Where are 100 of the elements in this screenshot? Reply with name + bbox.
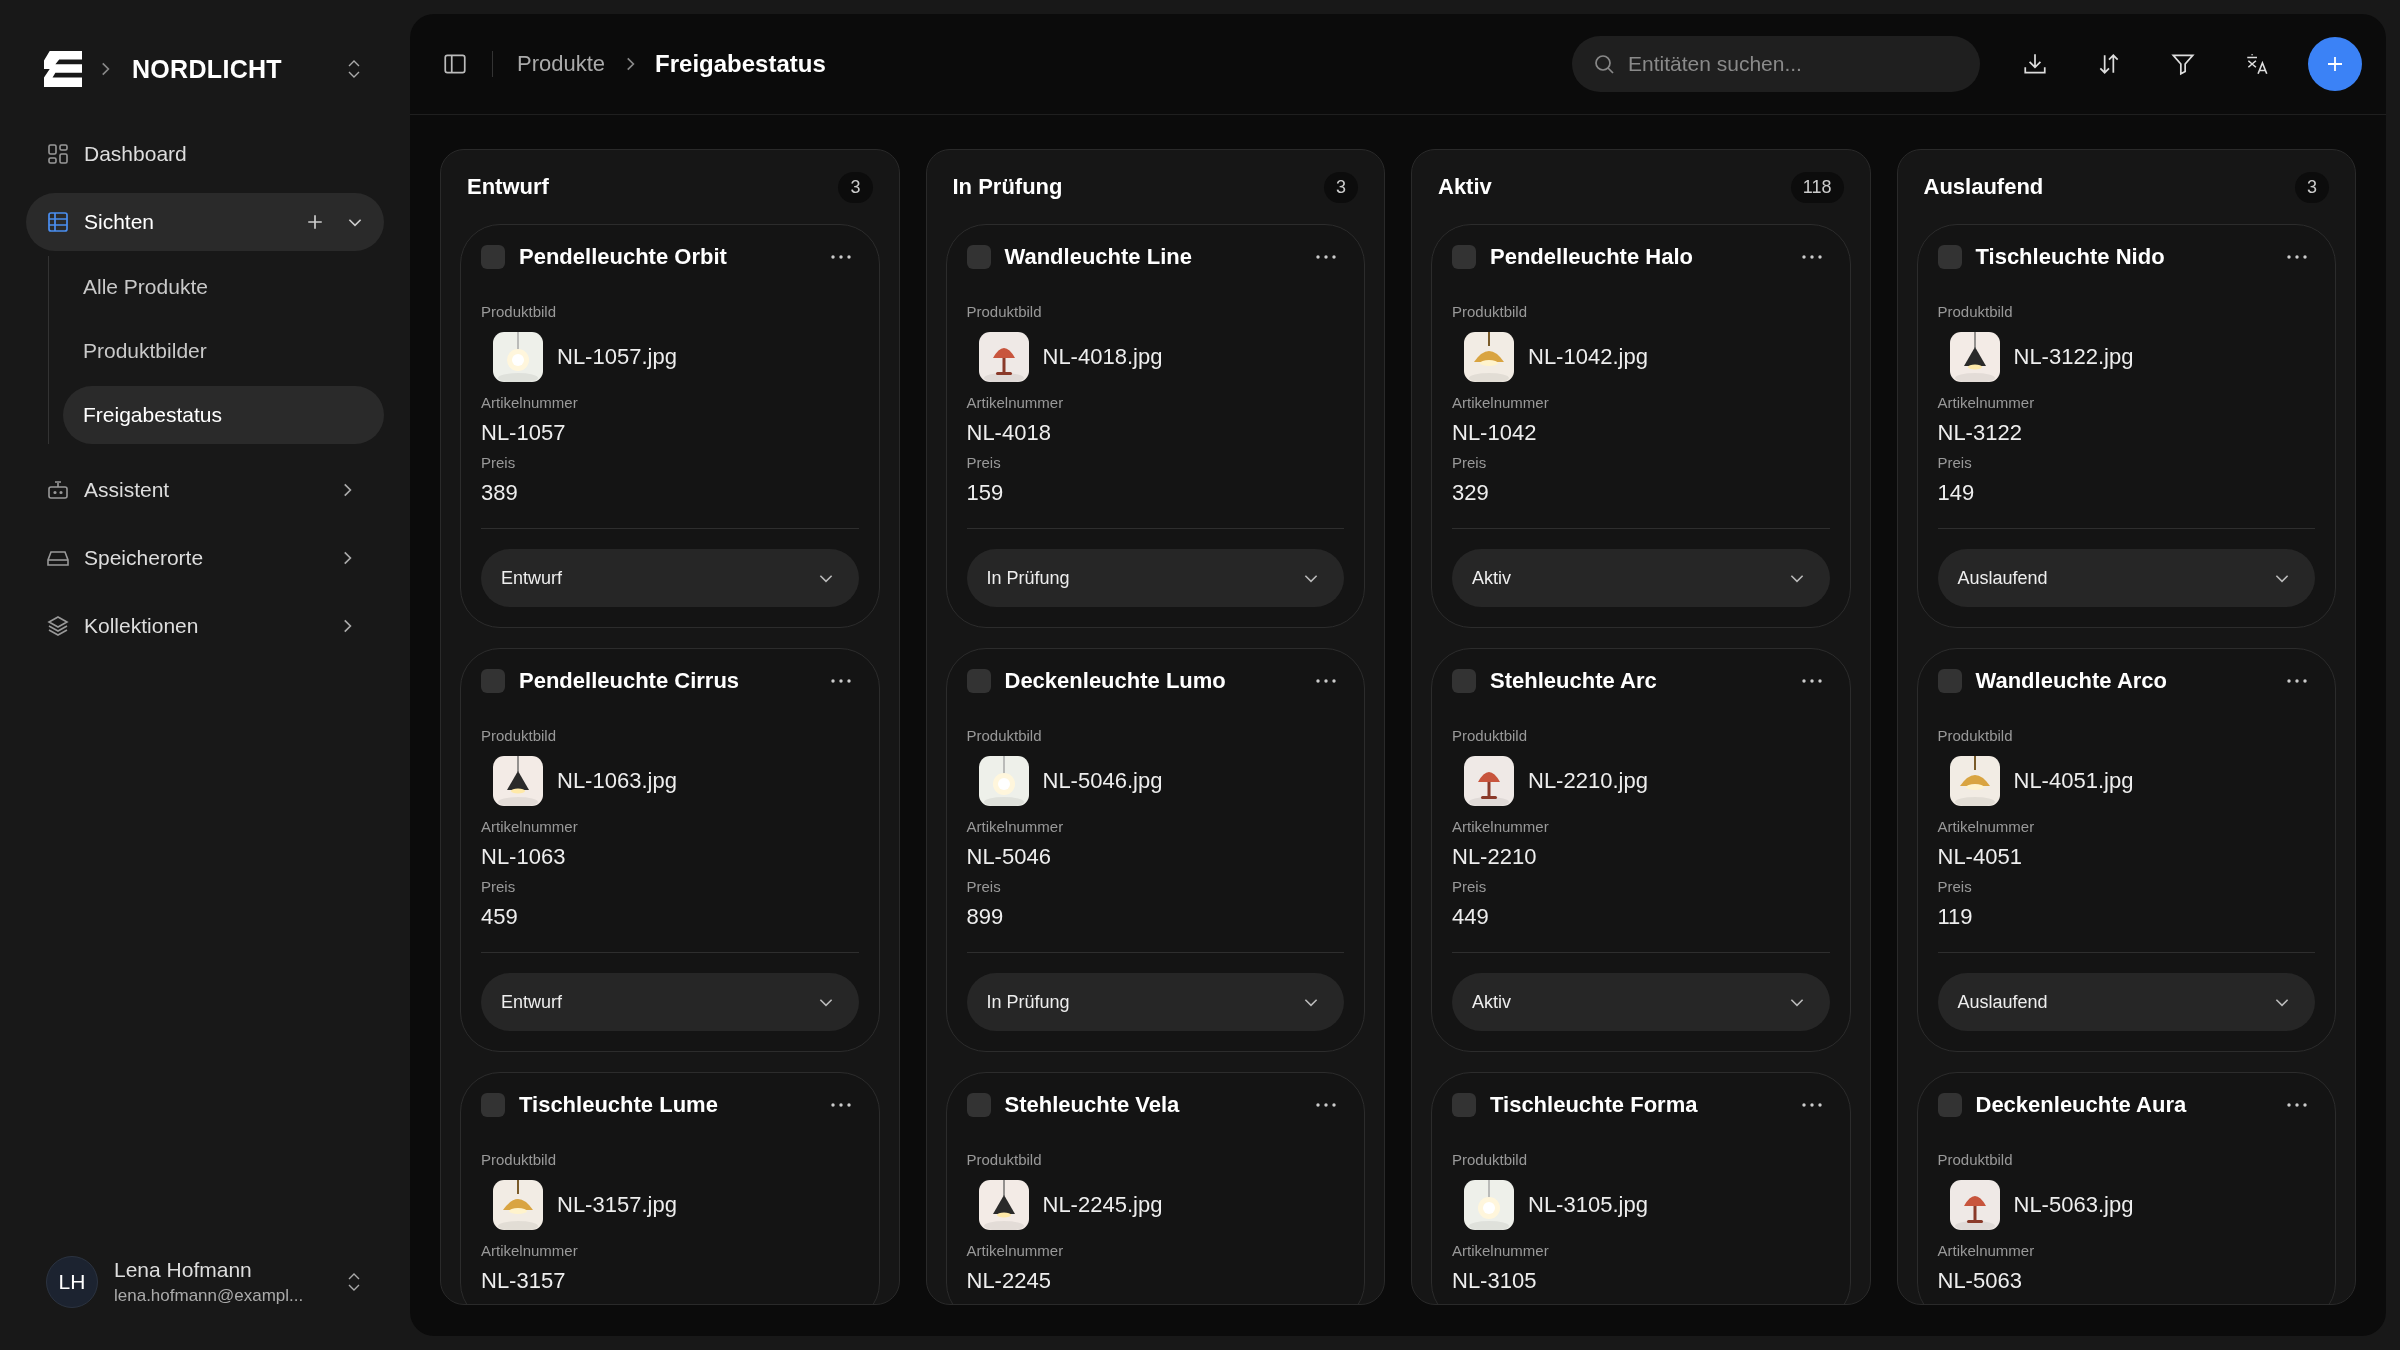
product-card[interactable]: Pendelleuchte Halo Produktbild NL-1042.jpg Artikelnummer NL-1042 Preis 329 Aktiv <box>1431 224 1851 628</box>
more-icon[interactable] <box>2287 255 2307 259</box>
card-title: Wandleuchte Line <box>1004 244 1193 270</box>
file-name[interactable]: NL-3122.jpg <box>2013 344 2134 370</box>
sku-value: NL-4018 <box>966 420 1051 446</box>
page-title: Freigabestatus <box>655 50 826 78</box>
sidebar-subitem[interactable]: Freigabestatus <box>63 386 384 444</box>
status-select[interactable]: Auslaufend <box>1937 973 2315 1031</box>
file-name[interactable]: NL-4018.jpg <box>1042 344 1163 370</box>
field-label: Artikelnummer <box>1452 1242 1549 1259</box>
price-value: 389 <box>481 480 518 506</box>
sidebar-item[interactable]: Assistent <box>26 461 384 519</box>
file-name[interactable]: NL-3105.jpg <box>1528 1192 1648 1218</box>
sidebar-item[interactable]: Dashboard <box>26 125 384 183</box>
status-select[interactable]: Auslaufend <box>1937 549 2315 607</box>
file-name[interactable]: NL-1042.jpg <box>1528 344 1648 370</box>
file-name[interactable]: NL-2210.jpg <box>1528 768 1648 794</box>
product-card[interactable]: Pendelleuchte Orbit Produktbild NL-1057.jpg Artikelnummer NL-1057 Preis 389 Entwurf <box>460 224 880 628</box>
chevron-up-down-icon <box>346 59 362 79</box>
more-icon[interactable] <box>1801 255 1822 259</box>
brand-name: NORDLICHT <box>132 54 283 84</box>
file-name[interactable]: NL-5063.jpg <box>2013 1192 2134 1218</box>
status-select[interactable]: Entwurf <box>481 549 859 607</box>
checkbox[interactable] <box>1452 1093 1476 1117</box>
checkbox[interactable] <box>481 669 505 693</box>
checkbox[interactable] <box>1452 669 1476 693</box>
file-name[interactable]: NL-5046.jpg <box>1042 768 1163 794</box>
field-label: Artikelnummer <box>1452 394 1549 411</box>
field-label: Produktbild <box>481 1151 557 1168</box>
card-title: Pendelleuchte Halo <box>1490 244 1694 270</box>
product-card[interactable]: Stehleuchte Vela Produktbild NL-2245.jpg Artikelnummer NL-2245 <box>945 1072 1365 1304</box>
price-value: 119 <box>1937 904 1973 930</box>
card-title: Stehleuchte Vela <box>1004 1092 1181 1118</box>
file-name[interactable]: NL-2245.jpg <box>1042 1192 1163 1218</box>
file-name[interactable]: NL-4051.jpg <box>2013 768 2134 794</box>
more-icon[interactable] <box>1316 1103 1336 1107</box>
product-card[interactable]: Wandleuchte Line Produktbild NL-4018.jpg Artikelnummer NL-4018 Preis 159 In Prüfung <box>945 224 1365 628</box>
file-name[interactable]: NL-3157.jpg <box>557 1192 677 1218</box>
file-name[interactable]: NL-1057.jpg <box>557 344 677 370</box>
sku-value: NL-5063 <box>1937 1268 2022 1294</box>
product-card[interactable]: Tischleuchte Lume Produktbild NL-3157.jpg Artikelnummer NL-3157 <box>460 1072 880 1304</box>
product-card[interactable]: Stehleuchte Arc Produktbild NL-2210.jpg Artikelnummer NL-2210 Preis 449 Aktiv <box>1431 648 1851 1052</box>
table-icon <box>46 210 70 234</box>
status-select[interactable]: Entwurf <box>481 973 859 1031</box>
more-icon[interactable] <box>1316 255 1336 259</box>
checkbox[interactable] <box>1937 245 1962 269</box>
sidebar-subitem[interactable]: Produktbilder <box>63 322 384 380</box>
file-name[interactable]: NL-1063.jpg <box>557 768 677 794</box>
more-icon[interactable] <box>1801 1103 1822 1107</box>
more-icon[interactable] <box>830 679 851 683</box>
checkbox[interactable] <box>481 245 505 269</box>
sidebar-item[interactable]: Speicherorte <box>26 529 384 587</box>
field-label: Produktbild <box>1452 1151 1528 1168</box>
card-title: Pendelleuchte Cirrus <box>519 668 741 694</box>
checkbox[interactable] <box>1937 669 1962 693</box>
field-label: Preis <box>481 454 516 471</box>
card-title: Wandleuchte Arco <box>1975 668 2168 694</box>
checkbox[interactable] <box>1937 1093 1962 1117</box>
field-label: Produktbild <box>1452 727 1528 744</box>
card-title: Tischleuchte Forma <box>1490 1092 1699 1118</box>
sku-value: NL-3122 <box>1937 420 2022 446</box>
checkbox[interactable] <box>1452 245 1476 269</box>
add-button[interactable] <box>2308 37 2362 91</box>
more-icon[interactable] <box>1801 679 1822 683</box>
field-label: Preis <box>481 878 516 895</box>
product-card[interactable]: Wandleuchte Arco Produktbild NL-4051.jpg Artikelnummer NL-4051 Preis 119 Auslaufend <box>1916 648 2336 1052</box>
sku-value: NL-4051 <box>1937 844 2022 870</box>
breadcrumb-link[interactable]: Produkte <box>517 51 606 77</box>
field-label: Artikelnummer <box>966 1242 1064 1259</box>
more-icon[interactable] <box>2287 1103 2307 1107</box>
checkbox[interactable] <box>481 1093 505 1117</box>
more-icon[interactable] <box>830 1103 851 1107</box>
status-select[interactable]: In Prüfung <box>966 973 1344 1031</box>
field-label: Artikelnummer <box>966 394 1064 411</box>
download-icon <box>2022 51 2048 77</box>
status-select[interactable]: In Prüfung <box>966 549 1344 607</box>
more-icon[interactable] <box>830 255 851 259</box>
search-field[interactable]: Entitäten suchen... <box>1572 36 1980 92</box>
sidebar-subitem[interactable]: Alle Produkte <box>63 258 384 316</box>
status-select[interactable]: Aktiv <box>1452 549 1830 607</box>
product-card[interactable]: Pendelleuchte Cirrus Produktbild NL-1063.jpg Artikelnummer NL-1063 Preis 459 Entwurf <box>460 648 880 1052</box>
more-icon[interactable] <box>1316 679 1336 683</box>
user-email: lena.hofmann@exampl... <box>114 1286 305 1306</box>
field-label: Preis <box>1452 878 1487 895</box>
status-select[interactable]: Aktiv <box>1452 973 1830 1031</box>
product-card[interactable]: Tischleuchte Nido Produktbild NL-3122.jpg Artikelnummer NL-3122 Preis 149 Auslaufend <box>1916 224 2336 628</box>
product-card[interactable]: Deckenleuchte Aura Produktbild NL-5063.jpg Artikelnummer NL-5063 <box>1916 1072 2336 1304</box>
more-icon[interactable] <box>2287 679 2307 683</box>
sku-value: NL-3105 <box>1452 1268 1537 1294</box>
product-card[interactable]: Deckenleuchte Lumo Produktbild NL-5046.jpg Artikelnummer NL-5046 Preis 899 In Prüfung <box>945 648 1365 1052</box>
sidebar-item[interactable]: Kollektionen <box>26 597 384 655</box>
sidebar-item[interactable]: Sichten <box>26 193 384 251</box>
sidebar-toggle-icon[interactable] <box>442 51 468 77</box>
product-card[interactable]: Tischleuchte Forma Produktbild NL-3105.jpg Artikelnummer NL-3105 <box>1431 1072 1851 1304</box>
checkbox[interactable] <box>966 245 991 269</box>
plus-icon[interactable] <box>306 213 324 231</box>
field-label: Artikelnummer <box>1452 818 1549 835</box>
checkbox[interactable] <box>966 669 991 693</box>
checkbox[interactable] <box>966 1093 991 1117</box>
field-label: Produktbild <box>966 1151 1042 1168</box>
